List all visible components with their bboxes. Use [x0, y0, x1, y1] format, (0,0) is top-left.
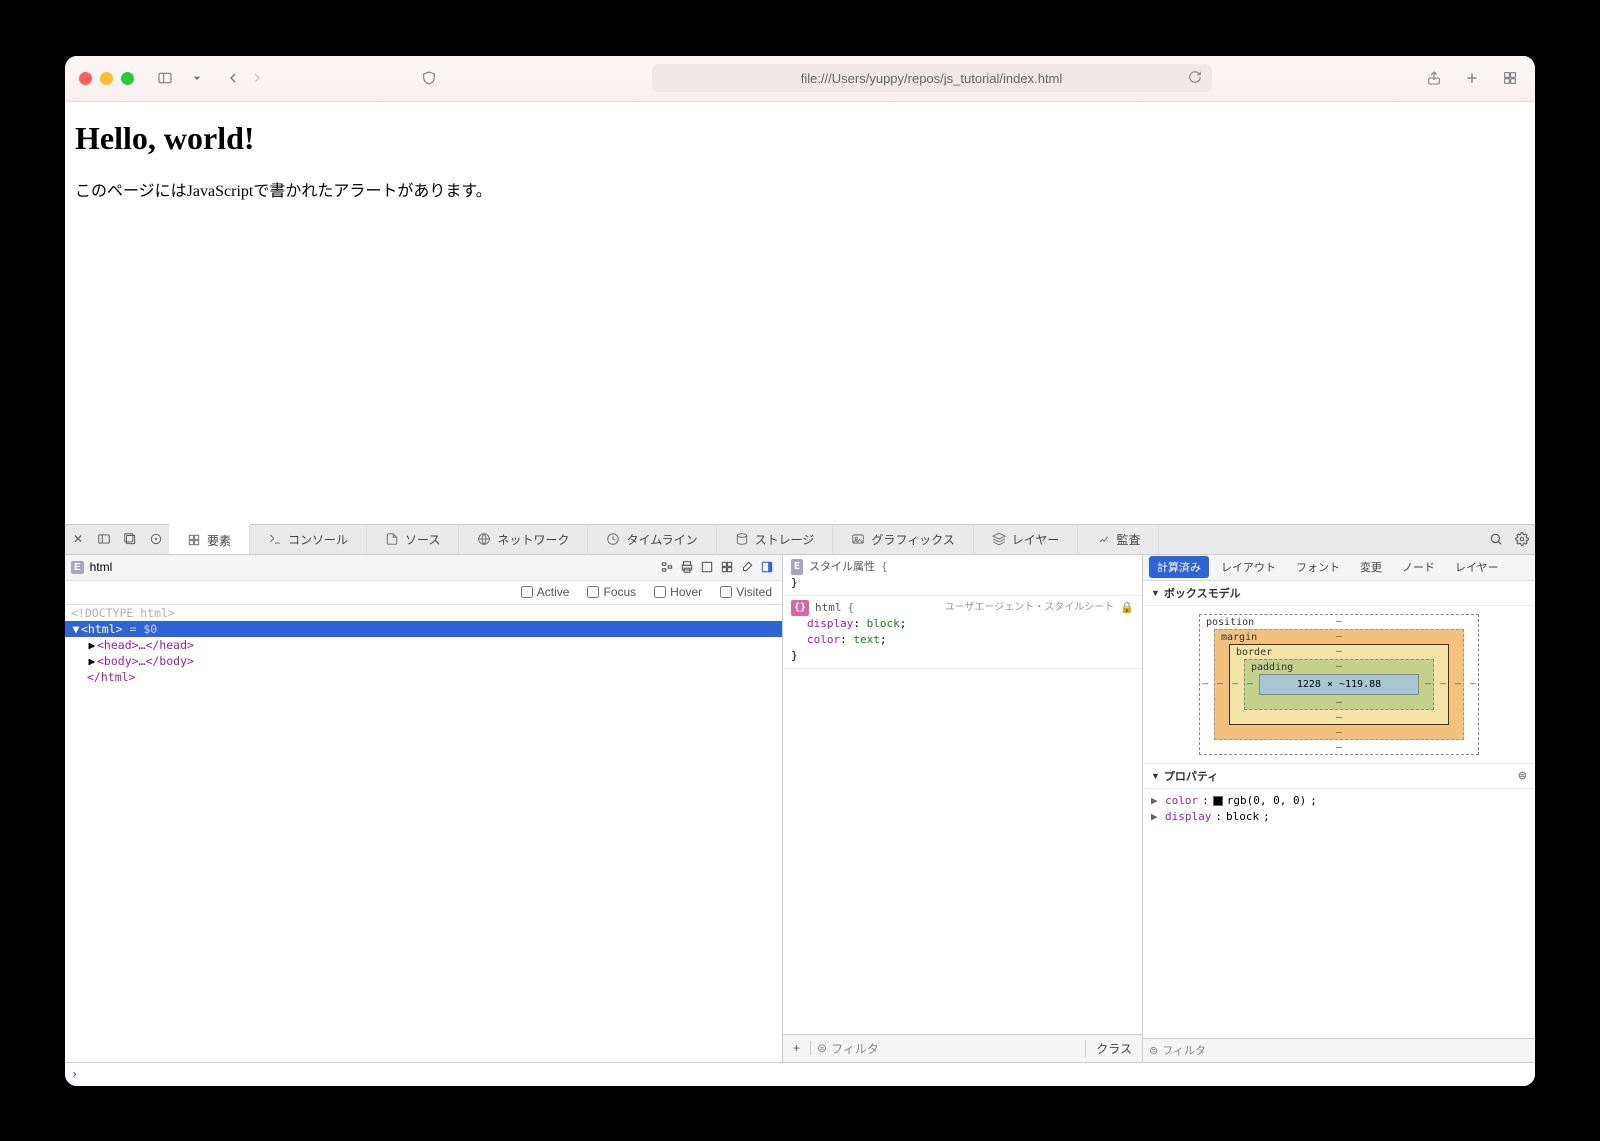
styles-column: Eスタイル属性 { } {}html {ユーザエージェント・スタイルシート 🔒 …: [783, 555, 1143, 1062]
dom-column: E html Active Focus Hover Visite: [65, 555, 783, 1062]
filter-icon: ⊜: [1149, 1044, 1158, 1057]
tab-sources[interactable]: ソース: [367, 524, 459, 554]
add-rule-button[interactable]: +: [783, 1041, 811, 1055]
devtools-search-icon[interactable]: [1483, 524, 1509, 554]
address-bar[interactable]: file:///Users/yuppy/repos/js_tutorial/in…: [652, 64, 1212, 92]
page-heading: Hello, world!: [75, 120, 1525, 157]
state-active[interactable]: Active: [521, 585, 570, 599]
boxmodel-header[interactable]: ▼ボックスモデル: [1143, 581, 1535, 606]
tab-timeline[interactable]: タイムライン: [588, 524, 716, 554]
tab-console[interactable]: コンソール: [250, 524, 367, 554]
force-element-states: Active Focus Hover Visited: [65, 581, 782, 605]
traffic-lights: [79, 72, 134, 85]
print-icon[interactable]: [678, 558, 696, 576]
element-picker-icon[interactable]: [143, 524, 169, 554]
properties-more-icon: ⊜: [1518, 769, 1527, 782]
zoom-window-button[interactable]: [121, 72, 134, 85]
titlebar: file:///Users/yuppy/repos/js_tutorial/in…: [65, 56, 1535, 102]
dom-body[interactable]: ▶<body>…</body>: [65, 653, 782, 669]
state-visited[interactable]: Visited: [720, 585, 772, 599]
styles-filter-bar: + ⊜ フィルタ クラス: [783, 1034, 1142, 1062]
page-content: Hello, world! このページにはJavaScriptで書かれたアラート…: [65, 102, 1535, 524]
rtab-node[interactable]: ノード: [1394, 556, 1443, 578]
computed-column: 計算済み レイアウト フォント 変更 ノード レイヤー ▼ボックスモデル pos…: [1143, 555, 1535, 1062]
reload-icon[interactable]: [1188, 70, 1202, 87]
computed-tabs: 計算済み レイアウト フォント 変更 ノード レイヤー: [1143, 555, 1535, 581]
share-icon[interactable]: [1423, 67, 1445, 89]
new-tab-icon[interactable]: [1461, 67, 1483, 89]
safari-window: file:///Users/yuppy/repos/js_tutorial/in…: [65, 56, 1535, 1086]
dom-tree[interactable]: <!DOCTYPE html> ▼<html> = $0 ▶<head>…</h…: [65, 605, 782, 1062]
devtools-tabbar: ✕ 要素 コンソール ソース ネットワーク タイムライン ストレージ グラフィッ…: [65, 525, 1535, 555]
prop-display[interactable]: ▶display: block;: [1151, 809, 1527, 825]
dom-breadcrumb-bar: E html: [65, 555, 782, 581]
tab-elements[interactable]: 要素: [169, 524, 250, 554]
tab-dropdown-icon[interactable]: [186, 67, 208, 89]
box-model-diagram: position –––– margin –––– border –––– pa…: [1143, 606, 1535, 763]
page-paragraph: このページにはJavaScriptで書かれたアラートがあります。: [75, 177, 1525, 201]
tab-graphics[interactable]: グラフィックス: [833, 524, 973, 554]
computed-filter-bar[interactable]: ⊜ フィルタ: [1143, 1038, 1535, 1062]
address-bar-text: file:///Users/yuppy/repos/js_tutorial/in…: [801, 71, 1063, 86]
rtab-changes[interactable]: 変更: [1352, 556, 1390, 578]
dom-html-close[interactable]: </html>: [65, 669, 782, 685]
tab-layers[interactable]: レイヤー: [974, 524, 1079, 554]
fullscreen-icon[interactable]: [698, 558, 716, 576]
boxmodel-content-dims: 1228 × ~119.88: [1259, 674, 1419, 695]
properties-header[interactable]: ▼プロパティ⊜: [1143, 763, 1535, 789]
color-swatch: [1213, 796, 1223, 806]
state-hover[interactable]: Hover: [654, 585, 702, 599]
tabs-overview-icon[interactable]: [1499, 67, 1521, 89]
grid-icon[interactable]: [718, 558, 736, 576]
toggle-styles-pane-icon[interactable]: [758, 558, 776, 576]
dom-doctype[interactable]: <!DOCTYPE html>: [65, 605, 782, 621]
style-html-block[interactable]: {}html {ユーザエージェント・スタイルシート 🔒 display: blo…: [783, 596, 1142, 669]
forward-button[interactable]: [246, 67, 268, 89]
dom-head[interactable]: ▶<head>…</head>: [65, 637, 782, 653]
styles-filter-input[interactable]: ⊜ フィルタ: [811, 1040, 1085, 1057]
breadcrumb-html[interactable]: html: [90, 560, 113, 574]
console-prompt-icon: ›: [71, 1067, 78, 1081]
element-badge: E: [71, 561, 84, 574]
devtools-panel: ✕ 要素 コンソール ソース ネットワーク タイムライン ストレージ グラフィッ…: [65, 524, 1535, 1086]
rtab-computed[interactable]: 計算済み: [1149, 556, 1209, 578]
style-attributes-block[interactable]: Eスタイル属性 { }: [783, 555, 1142, 596]
console-drawer[interactable]: ›: [65, 1062, 1535, 1086]
brush-icon[interactable]: [738, 558, 756, 576]
rtab-font[interactable]: フォント: [1288, 556, 1348, 578]
state-focus[interactable]: Focus: [587, 585, 636, 599]
devtools-settings-icon[interactable]: [1509, 524, 1535, 554]
prop-color[interactable]: ▶color: rgb(0, 0, 0);: [1151, 793, 1527, 809]
tree-outline-icon[interactable]: [658, 558, 676, 576]
devtools-close-icon[interactable]: ✕: [65, 524, 91, 554]
filter-icon: ⊜: [817, 1041, 827, 1055]
shield-icon[interactable]: [418, 67, 440, 89]
tab-audits[interactable]: 監査: [1078, 524, 1159, 554]
rtab-layers[interactable]: レイヤー: [1447, 556, 1507, 578]
sidebar-toggle-icon[interactable]: [154, 67, 176, 89]
classes-toggle-button[interactable]: クラス: [1085, 1040, 1142, 1057]
back-button[interactable]: [222, 67, 244, 89]
rtab-layout[interactable]: レイアウト: [1213, 556, 1284, 578]
computed-properties: ▶color: rgb(0, 0, 0); ▶display: block;: [1143, 789, 1535, 829]
dock-detach-icon[interactable]: [117, 524, 143, 554]
dom-html-open[interactable]: ▼<html> = $0: [65, 621, 782, 637]
close-window-button[interactable]: [79, 72, 92, 85]
minimize-window-button[interactable]: [100, 72, 113, 85]
tab-network[interactable]: ネットワーク: [459, 524, 588, 554]
tab-storage[interactable]: ストレージ: [717, 524, 834, 554]
dock-left-icon[interactable]: [91, 524, 117, 554]
